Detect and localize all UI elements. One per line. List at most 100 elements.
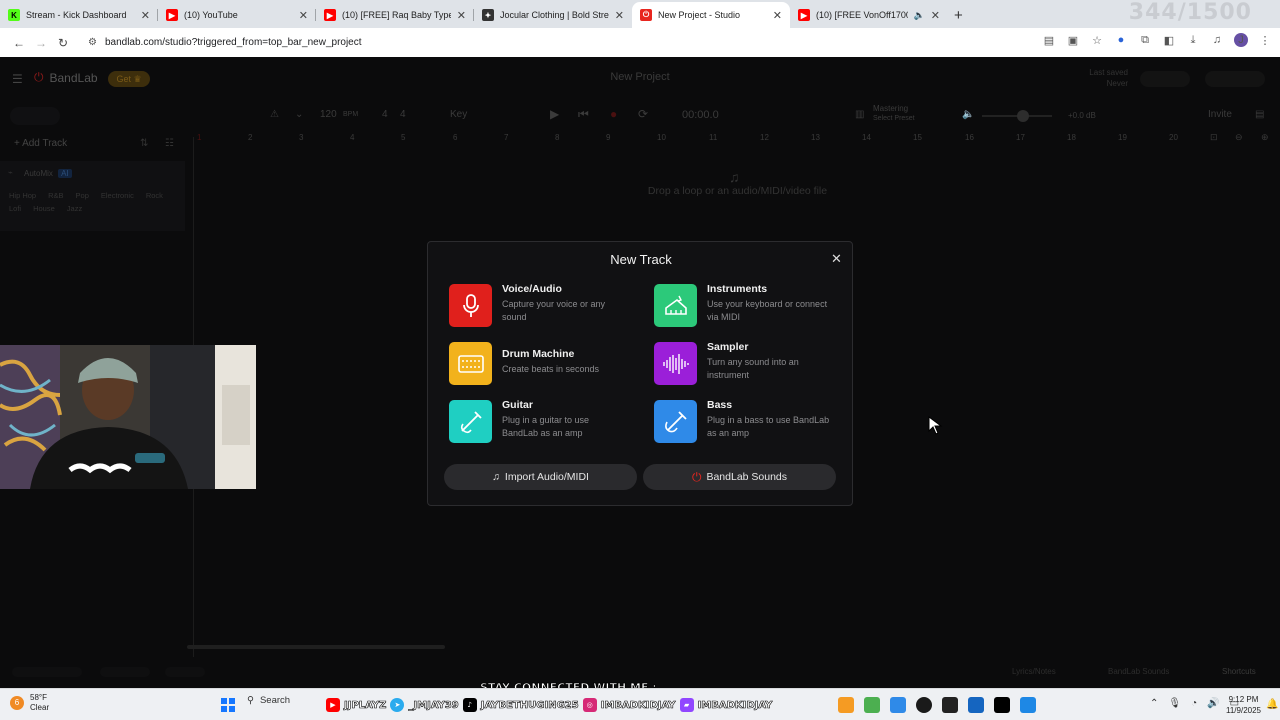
tab-jocular-clothing[interactable]: ✦ Jocular Clothing | Bold Streetwe ✕ [474, 2, 632, 28]
puzzle-icon[interactable]: ⧉ [1138, 34, 1152, 47]
epic-games-icon[interactable] [942, 697, 958, 713]
speaker-icon[interactable]: 🔈 [914, 10, 925, 21]
volume-icon[interactable]: 🔊 [1207, 698, 1219, 709]
timeline-ruler[interactable]: 1 2 3 4 5 6 7 8 9 10 11 12 13 14 15 16 1… [195, 131, 1280, 147]
taskbar-clock[interactable]: 9:12 PM 11/9/2025 [1226, 694, 1261, 716]
taskbar-search[interactable]: ⚲ Search [247, 695, 290, 706]
mastering-preset[interactable]: Select Preset [873, 115, 915, 122]
shortcuts-button[interactable]: Shortcuts [1222, 667, 1256, 676]
add-track-button[interactable]: + Add Track [14, 138, 67, 149]
loop-icon[interactable]: ⟳ [638, 107, 648, 121]
close-icon[interactable]: ✕ [299, 9, 308, 22]
close-icon[interactable]: ✕ [773, 9, 782, 22]
bandlab-sounds-button[interactable]: ⏻ BandLab Sounds [643, 464, 836, 490]
sidepanel-icon[interactable]: ◧ [1162, 34, 1176, 47]
save-button[interactable] [1140, 71, 1190, 87]
genre-chip[interactable]: House [33, 204, 55, 213]
genre-chip[interactable]: Rock [146, 191, 163, 200]
extension-icon[interactable]: ● [1114, 34, 1128, 46]
sort-icon[interactable]: ⇅ [140, 138, 148, 149]
publish-button[interactable] [1205, 71, 1265, 87]
reload-icon[interactable]: ↻ [52, 36, 74, 50]
drop-zone-hint[interactable]: Drop a loop or an audio/MIDI/video file [600, 185, 875, 197]
menu-icon[interactable]: ⋮ [1258, 34, 1272, 47]
option-voice-audio[interactable]: Voice/Audio Capture your voice or any so… [449, 282, 639, 328]
forward-icon[interactable]: → [30, 36, 52, 50]
app-icon[interactable] [838, 697, 854, 713]
undo-redo-group[interactable] [10, 107, 60, 125]
app-icon[interactable] [968, 697, 984, 713]
mastering-label[interactable]: Mastering [873, 104, 908, 113]
time-signature-numerator[interactable]: 4 [382, 109, 388, 120]
tab-bandlab-studio[interactable]: ⏻ New Project - Studio ✕ [632, 2, 790, 28]
profile-avatar[interactable]: J [1234, 33, 1248, 47]
tab-vonoff-samples[interactable]: ▶ (10) [FREE VonOff1700 Samp 🔈 ✕ [790, 2, 948, 28]
tiktok-icon[interactable] [994, 697, 1010, 713]
new-tab-button[interactable]: + [954, 2, 963, 28]
filter-icon[interactable]: ☷ [165, 138, 174, 149]
footer-tool[interactable] [12, 667, 82, 677]
get-membership-button[interactable]: Get ♛ [108, 71, 150, 87]
bandlab-logo[interactable]: ⏻ BandLab [34, 70, 98, 85]
site-info-icon[interactable]: ⚙ [88, 37, 97, 48]
close-icon[interactable]: ✕ [931, 9, 940, 22]
hamburger-icon[interactable]: ☰ [12, 72, 23, 86]
close-icon[interactable]: ✕ [615, 9, 624, 22]
option-bass[interactable]: Bass Plug in a bass to use BandLab as an… [654, 398, 844, 444]
genre-chip[interactable]: Jazz [67, 204, 82, 213]
option-drum-machine[interactable]: Drum Machine Create beats in seconds [449, 340, 639, 386]
app-icon[interactable] [890, 697, 906, 713]
metronome-icon[interactable]: ⚠ [270, 109, 279, 120]
zoom-out-icon[interactable]: ⊖ [1235, 132, 1243, 143]
close-icon[interactable]: ✕ [831, 251, 842, 267]
tempo-value[interactable]: 120 [320, 109, 337, 120]
bandlab-sounds-footer-button[interactable]: BandLab Sounds [1108, 667, 1169, 676]
wifi-icon[interactable]: ◔ [1191, 698, 1197, 709]
reader-icon[interactable]: ▤ [1042, 34, 1056, 47]
option-instruments[interactable]: Instruments Use your keyboard or connect… [654, 282, 844, 328]
genre-chip[interactable]: Lofi [9, 204, 21, 213]
import-audio-midi-button[interactable]: ♫ Import Audio/MIDI [444, 464, 637, 490]
mastering-icon[interactable]: ▥ [855, 109, 864, 120]
chevron-down-icon[interactable]: ⌄ [295, 109, 303, 120]
microphone-tray-icon[interactable]: 🎙 [1168, 698, 1181, 709]
app-icon[interactable] [1020, 697, 1036, 713]
bookmark-star-icon[interactable]: ☆ [1090, 34, 1104, 47]
invite-button[interactable]: Invite [1208, 109, 1232, 120]
address-bar[interactable]: ⚙ bandlab.com/studio?triggered_from=top_… [78, 31, 1078, 54]
record-icon[interactable]: ● [610, 107, 617, 121]
tab-youtube[interactable]: ▶ (10) YouTube ✕ [158, 2, 316, 28]
back-icon[interactable]: ← [8, 36, 30, 50]
footer-tool[interactable] [100, 667, 150, 677]
project-title[interactable]: New Project [560, 71, 720, 83]
chevron-up-icon[interactable]: ⌃ [1150, 698, 1158, 709]
horizontal-scrollbar[interactable] [187, 645, 445, 649]
tab-kick-dashboard[interactable]: K Stream - Kick Dashboard ✕ [0, 2, 158, 28]
option-guitar[interactable]: Guitar Plug in a guitar to use BandLab a… [449, 398, 639, 444]
close-icon[interactable]: ✕ [457, 9, 466, 22]
genre-chip[interactable]: Electronic [101, 191, 134, 200]
genre-chip[interactable]: Hip Hop [9, 191, 36, 200]
genre-chip[interactable]: Pop [76, 191, 89, 200]
cast-icon[interactable]: ▣ [1066, 34, 1080, 47]
download-icon[interactable]: ⤓ [1186, 34, 1200, 47]
close-icon[interactable]: ✕ [141, 9, 150, 22]
volume-knob[interactable] [1017, 110, 1029, 122]
time-signature-denominator[interactable]: 4 [400, 109, 406, 120]
windows-start-icon[interactable] [221, 698, 235, 712]
zoom-fit-icon[interactable]: ⊡ [1210, 132, 1218, 143]
genre-chip[interactable]: R&B [48, 191, 63, 200]
rewind-icon[interactable]: ⏮ [578, 107, 589, 122]
chrome-icon[interactable] [916, 697, 932, 713]
weather-widget[interactable]: 6 58°F Clear [10, 693, 49, 713]
speaker-icon[interactable]: 🔈 [962, 109, 974, 120]
notification-bell-icon[interactable]: 🔔 [1266, 699, 1278, 710]
footer-tool[interactable] [165, 667, 205, 677]
tab-raq-baby-beat[interactable]: ▶ (10) [FREE] Raq Baby Type Beat ✕ [316, 2, 474, 28]
chat-icon[interactable]: ▤ [1255, 109, 1264, 120]
option-sampler[interactable]: Sampler Turn any sound into an instrumen… [654, 340, 844, 386]
media-icon[interactable]: ♫ [1210, 34, 1224, 46]
zoom-in-icon[interactable]: ⊕ [1261, 132, 1269, 143]
lyrics-notes-button[interactable]: Lyrics/Notes [1012, 667, 1056, 676]
app-icon[interactable] [864, 697, 880, 713]
